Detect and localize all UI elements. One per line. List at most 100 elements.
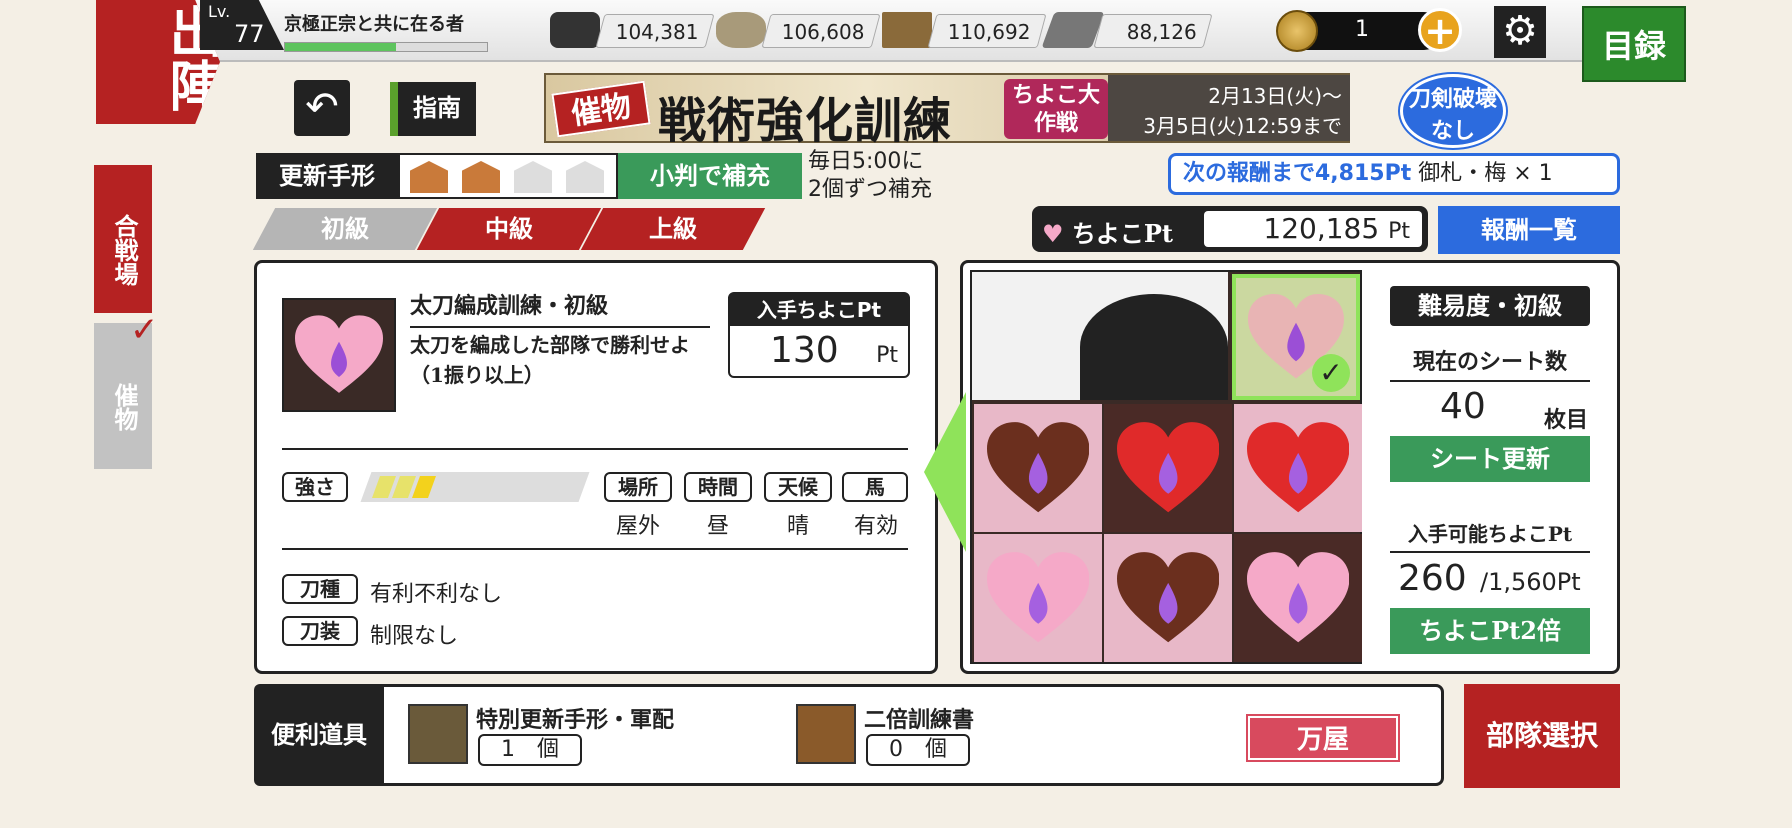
- cleared-cell: ✓: [1232, 274, 1360, 400]
- double-pt-button[interactable]: ちよこPt2倍: [1390, 608, 1590, 654]
- sheet-cell[interactable]: [974, 534, 1102, 662]
- reward-list-button[interactable]: 報酬一覧: [1438, 206, 1620, 254]
- mission-title: 太刀編成訓練・初級: [410, 288, 710, 328]
- tools-label: 便利道具: [254, 684, 384, 786]
- divider: [282, 448, 908, 450]
- choco-pt-box: ♥ ちよこPt 120,185 Pt: [1032, 206, 1428, 252]
- event-tag: 催物: [551, 80, 651, 138]
- available-pt-label: 入手可能ちよこPt: [1390, 518, 1590, 553]
- heart-icon: [1116, 421, 1220, 513]
- condition-value-place: 屋外: [615, 514, 660, 539]
- heart-icon: ♥: [1042, 219, 1064, 248]
- ticket-icon: [410, 161, 448, 193]
- ticket-empty-icon: [566, 161, 604, 193]
- note-line-1: 毎日5:00に: [808, 149, 924, 174]
- character-silhouette: [972, 272, 1228, 400]
- steel-icon: [716, 12, 766, 48]
- daily-refill-note: 毎日5:00に 2個ずつ補充: [808, 148, 932, 204]
- sheet-cell[interactable]: [1234, 534, 1362, 662]
- level-label: Lv.: [208, 2, 231, 21]
- next-reward-box: 次の報酬まで4,815Pt 御札・梅 × 1: [1168, 153, 1620, 195]
- sheet-cell[interactable]: [1104, 534, 1232, 662]
- sheet-count-label: 現在のシート数: [1390, 344, 1590, 382]
- koban-icon: [1276, 10, 1318, 52]
- event-date-start: 2月13日(火)～: [1208, 84, 1342, 108]
- tab-advanced[interactable]: 上級: [580, 208, 766, 250]
- divider: [282, 548, 908, 550]
- check-icon: ✓: [130, 310, 159, 350]
- next-reward-text: 次の報酬まで4,815Pt: [1183, 161, 1412, 186]
- item-count: 0 個: [866, 734, 970, 766]
- event-subtitle: ちよこ大作戦: [1004, 79, 1108, 139]
- select-unit-button[interactable]: 部隊選択: [1464, 684, 1620, 788]
- choco-pt-label: ♥ ちよこPt: [1042, 219, 1174, 248]
- strength-bar: [360, 472, 590, 502]
- event-title: 戦術強化訓練: [658, 93, 953, 149]
- event-dates: 2月13日(火)～ 3月5日(火)12:59まで: [1108, 75, 1350, 141]
- sheet-grid: ✓: [970, 270, 1362, 664]
- mission-description: 太刀を編成した部隊で勝利せよ（1振り以上）: [410, 333, 690, 387]
- equip-label: 刀装: [282, 616, 358, 646]
- available-pt-total: /1,560Pt: [1480, 568, 1581, 596]
- exp-bar: [284, 42, 488, 52]
- resource-cooling: 110,692: [927, 14, 1047, 48]
- sheet-cell[interactable]: [1234, 404, 1362, 532]
- gain-pt-box: 入手ちよこPt 130 Pt: [728, 292, 910, 378]
- heart-icon: [1246, 421, 1350, 513]
- tab-intermediate[interactable]: 中級: [416, 208, 602, 250]
- resource-charcoal: 104,381: [595, 14, 715, 48]
- item-name: 特別更新手形・軍配: [476, 707, 675, 733]
- sword-type-label: 刀種: [282, 574, 358, 604]
- condition-label-time: 時間: [684, 472, 752, 502]
- heart-icon: [1116, 551, 1220, 643]
- gain-pt-header: 入手ちよこPt: [730, 294, 908, 326]
- heart-icon: [986, 551, 1090, 643]
- ticket-empty-icon: [514, 161, 552, 193]
- ticket-icon: [462, 161, 500, 193]
- catalog-button[interactable]: 目録: [1582, 6, 1686, 82]
- condition-value-time: 昼: [706, 514, 729, 539]
- refresh-ticket-box: [398, 153, 618, 199]
- add-koban-button[interactable]: +: [1418, 8, 1462, 52]
- guide-button[interactable]: 指南: [390, 82, 476, 136]
- heart-icon: [986, 421, 1090, 513]
- mission-heart-icon: [282, 298, 396, 412]
- heart-icon: [1246, 551, 1350, 643]
- condition-label-weather: 天候: [764, 472, 832, 502]
- condition-label-place: 場所: [604, 472, 672, 502]
- scroll-icon: [796, 704, 856, 764]
- cooling-material-icon: [882, 12, 932, 48]
- level-value: 77: [234, 20, 265, 48]
- item-name: 二倍訓練書: [864, 707, 975, 733]
- undo-arrow-icon[interactable]: ↶: [294, 80, 350, 136]
- sheet-cell[interactable]: [974, 404, 1102, 532]
- tab-gassen[interactable]: 合戦場: [94, 165, 152, 313]
- next-reward-item: 御札・梅 × 1: [1418, 161, 1553, 186]
- check-icon: ✓: [1312, 354, 1350, 392]
- difficulty-label: 難易度・初級: [1390, 286, 1590, 326]
- no-break-badge: 刀剣破壊なし: [1400, 74, 1506, 148]
- gunbai-ticket-icon: [408, 704, 468, 764]
- note-line-2: 2個ずつ補充: [808, 177, 932, 202]
- equip-value: 制限なし: [370, 624, 459, 649]
- event-banner[interactable]: 催物 戦術強化訓練 ちよこ大作戦 2月13日(火)～ 3月5日(火)12:59ま…: [544, 73, 1350, 149]
- available-pt: 260: [1398, 558, 1467, 599]
- refresh-ticket-label: 更新手形: [256, 153, 398, 199]
- tab-beginner[interactable]: 初級: [252, 208, 438, 250]
- strength-seg: [411, 476, 437, 498]
- condition-label-horse: 馬: [842, 472, 908, 502]
- item-count: 1 個: [478, 734, 582, 766]
- choco-pt-value: 120,185 Pt: [1204, 211, 1422, 247]
- gear-icon[interactable]: ⚙: [1494, 6, 1546, 58]
- sheet-cell[interactable]: [1104, 404, 1232, 532]
- resource-steel: 106,608: [761, 14, 881, 48]
- condition-value-weather: 晴: [786, 514, 809, 539]
- refresh-sheet-button[interactable]: シート更新: [1390, 436, 1590, 482]
- exp-bar-fill: [285, 43, 397, 51]
- refill-with-koban-button[interactable]: 小判で補充: [618, 153, 802, 199]
- resource-whetstone: 88,126: [1093, 14, 1213, 48]
- condition-value-horse: 有効: [853, 514, 898, 539]
- charcoal-icon: [550, 12, 600, 48]
- shop-button[interactable]: 万屋: [1248, 716, 1398, 760]
- strength-label: 強さ: [282, 472, 348, 502]
